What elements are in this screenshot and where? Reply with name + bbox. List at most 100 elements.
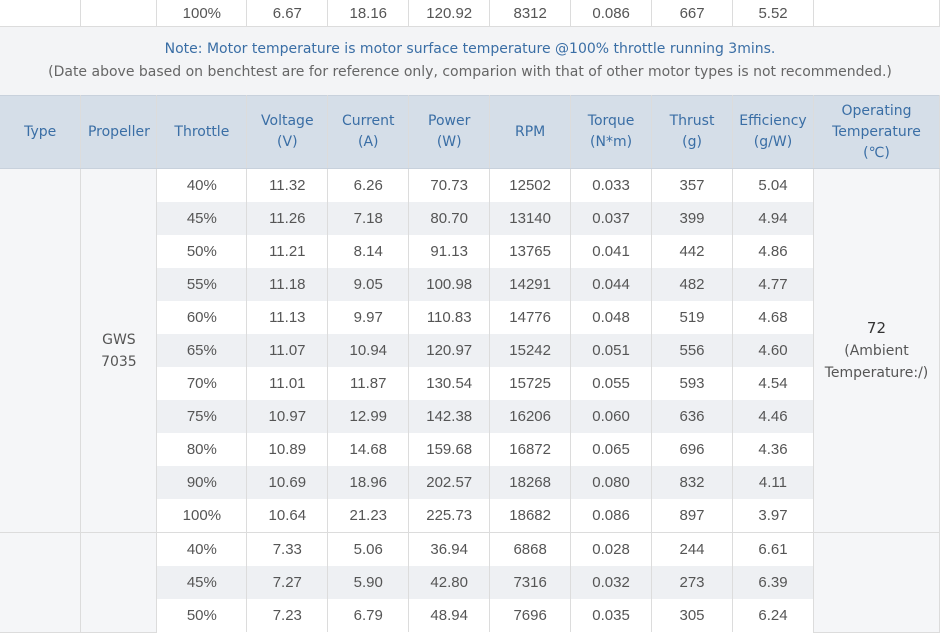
current-cell: 7.18 (327, 202, 410, 235)
type-cell (0, 0, 82, 27)
power-cell: 130.54 (408, 367, 491, 400)
current-cell: 12.99 (327, 400, 410, 433)
throttle-cell: 80% (156, 433, 248, 466)
voltage-cell: 11.21 (246, 235, 329, 268)
voltage-cell: 7.23 (246, 599, 329, 632)
throttle-cell: 45% (156, 566, 248, 599)
power-cell: 36.94 (408, 532, 491, 566)
propeller-cell (80, 0, 158, 27)
thrust-cell: 482 (651, 268, 733, 301)
current-cell: 21.23 (327, 499, 410, 533)
voltage-cell: 10.69 (246, 466, 329, 499)
power-cell: 142.38 (408, 400, 491, 433)
voltage-cell: 11.18 (246, 268, 329, 301)
current-cell: 9.05 (327, 268, 410, 301)
torque-cell: 0.037 (570, 202, 653, 235)
current-cell: 18.16 (327, 0, 410, 27)
voltage-cell: 11.07 (246, 334, 329, 367)
throttle-cell: 40% (156, 168, 248, 202)
efficiency-cell: 5.04 (732, 168, 814, 202)
spec-table-top: 100% 6.67 18.16 120.92 8312 0.086 667 5.… (0, 0, 940, 27)
efficiency-cell: 4.94 (732, 202, 814, 235)
header-operating-temperature: Operating Temperature (℃) (813, 95, 940, 169)
efficiency-cell: 6.61 (732, 532, 814, 566)
rpm-cell: 18268 (489, 466, 572, 499)
torque-cell: 0.044 (570, 268, 653, 301)
torque-cell: 0.032 (570, 566, 653, 599)
thrust-cell: 273 (651, 566, 733, 599)
torque-cell: 0.041 (570, 235, 653, 268)
power-cell: 91.13 (408, 235, 491, 268)
header-thrust: Thrust (g) (651, 95, 733, 169)
efficiency-cell: 4.77 (732, 268, 814, 301)
torque-cell: 0.035 (570, 599, 653, 632)
voltage-cell: 7.27 (246, 566, 329, 599)
table-row: 100% 6.67 18.16 120.92 8312 0.086 667 5.… (0, 0, 940, 27)
efficiency-cell: 4.60 (732, 334, 814, 367)
table-row: GWS 7035 40% 11.32 6.26 70.73 12502 0.033 357 5.0… (0, 168, 940, 533)
current-cell: 8.14 (327, 235, 410, 268)
rpm-cell: 8312 (489, 0, 572, 27)
header-type: Type (0, 95, 82, 169)
efficiency-cell: 3.97 (732, 499, 814, 533)
rpm-cell: 14291 (489, 268, 572, 301)
efficiency-cell: 4.86 (732, 235, 814, 268)
rpm-cell: 13140 (489, 202, 572, 235)
torque-cell: 0.086 (570, 499, 653, 533)
power-cell: 48.94 (408, 599, 491, 632)
power-cell: 42.80 (408, 566, 491, 599)
voltage-cell: 7.33 (246, 532, 329, 566)
torque-cell: 0.086 (570, 0, 653, 27)
thrust-cell: 696 (651, 433, 733, 466)
current-cell: 14.68 (327, 433, 410, 466)
voltage-cell: 10.64 (246, 499, 329, 533)
rpm-cell: 6868 (489, 532, 572, 566)
voltage-cell: 11.32 (246, 168, 329, 202)
header-rpm: RPM (489, 95, 572, 169)
throttle-cell: 50% (156, 599, 248, 632)
thrust-cell: 897 (651, 499, 733, 533)
power-cell: 100.98 (408, 268, 491, 301)
current-cell: 5.06 (327, 532, 410, 566)
power-cell: 70.73 (408, 168, 491, 202)
torque-cell: 0.060 (570, 400, 653, 433)
header-torque: Torque (N*m) (570, 95, 653, 169)
power-cell: 80.70 (408, 202, 491, 235)
thrust-cell: 519 (651, 301, 733, 334)
throttle-cell: 70% (156, 367, 248, 400)
header-throttle: Throttle (156, 95, 248, 169)
throttle-cell: 90% (156, 466, 248, 499)
table-header-row: Type Propeller Throttle Voltage (V) Curre… (0, 95, 940, 169)
rpm-cell: 13765 (489, 235, 572, 268)
throttle-cell: 55% (156, 268, 248, 301)
throttle-cell: 40% (156, 532, 248, 566)
efficiency-cell: 4.46 (732, 400, 814, 433)
throttle-cell: 75% (156, 400, 248, 433)
torque-cell: 0.080 (570, 466, 653, 499)
power-cell: 110.83 (408, 301, 491, 334)
thrust-cell: 636 (651, 400, 733, 433)
rpm-cell: 7696 (489, 599, 572, 632)
rpm-cell: 12502 (489, 168, 572, 202)
type-cell (0, 168, 82, 533)
thrust-cell: 442 (651, 235, 733, 268)
header-current: Current (A) (327, 95, 410, 169)
thrust-cell: 399 (651, 202, 733, 235)
header-efficiency: Efficiency (g/W) (732, 95, 814, 169)
torque-cell: 0.033 (570, 168, 653, 202)
thrust-cell: 832 (651, 466, 733, 499)
voltage-cell: 10.97 (246, 400, 329, 433)
power-cell: 120.92 (408, 0, 491, 27)
power-cell: 225.73 (408, 499, 491, 533)
thrust-cell: 357 (651, 168, 733, 202)
thrust-cell: 305 (651, 599, 733, 632)
thrust-cell: 244 (651, 532, 733, 566)
power-cell: 120.97 (408, 334, 491, 367)
efficiency-cell: 4.11 (732, 466, 814, 499)
rpm-cell: 7316 (489, 566, 572, 599)
torque-cell: 0.048 (570, 301, 653, 334)
voltage-cell: 10.89 (246, 433, 329, 466)
torque-cell: 0.055 (570, 367, 653, 400)
propeller-cell (80, 532, 158, 633)
efficiency-cell: 4.68 (732, 301, 814, 334)
